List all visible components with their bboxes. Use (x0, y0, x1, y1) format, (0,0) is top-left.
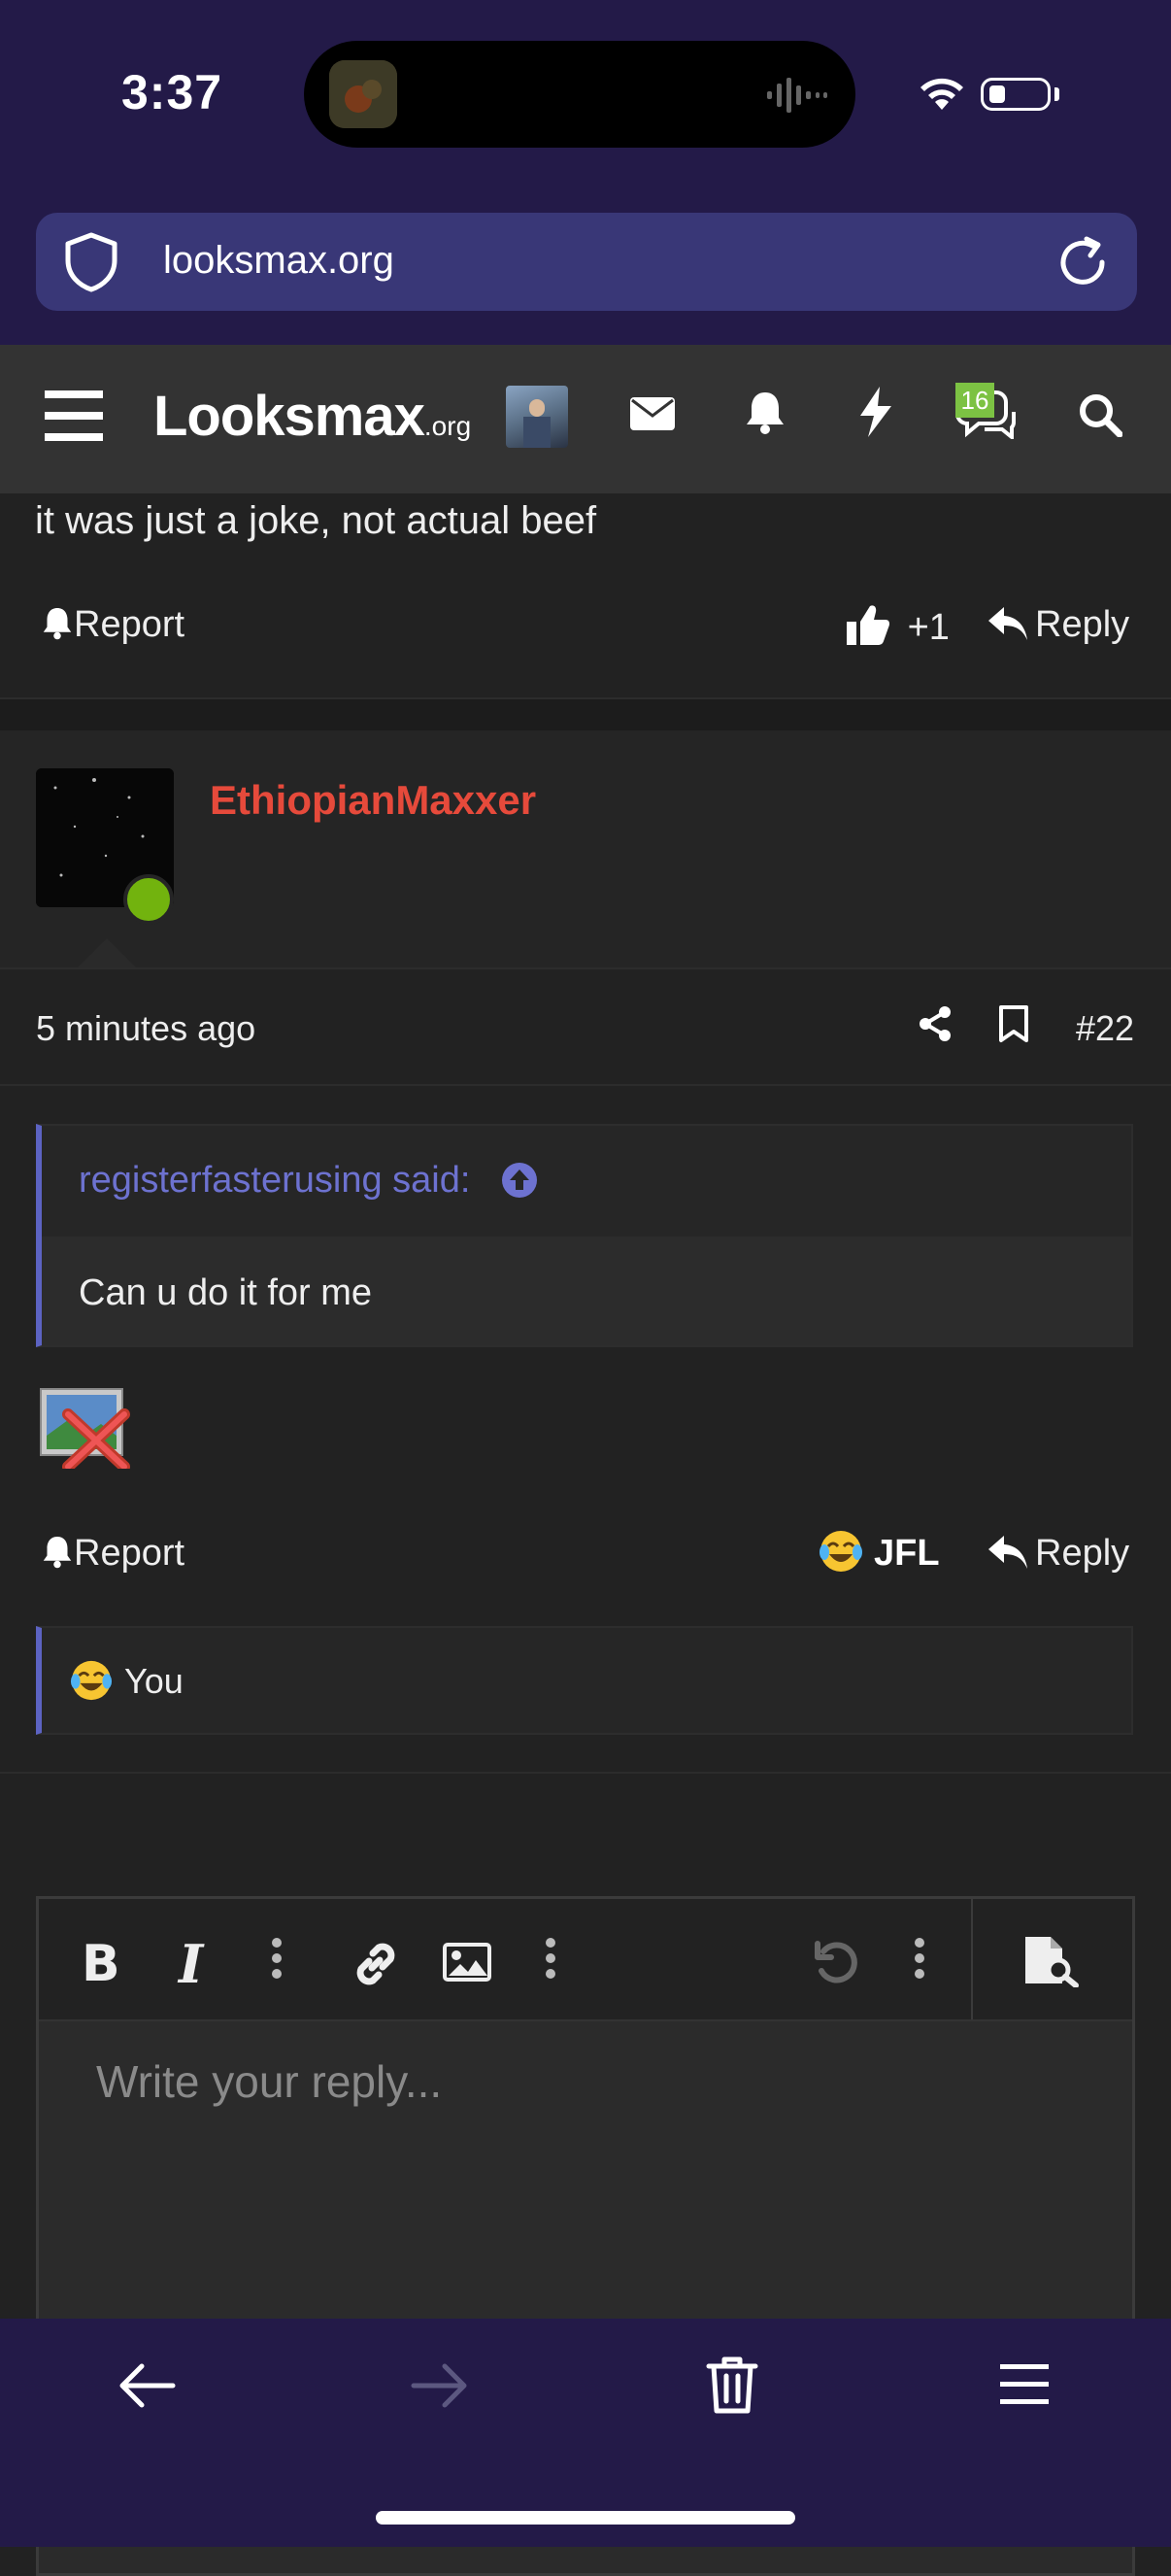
post-author-username[interactable]: EthiopianMaxxer (210, 777, 536, 824)
thumbs-up-icon (847, 605, 889, 645)
divider (0, 1084, 1171, 1086)
post-timestamp[interactable]: 5 minutes ago (36, 1008, 255, 1049)
bookmark-icon[interactable] (998, 1004, 1029, 1048)
user-avatar[interactable] (506, 386, 568, 448)
logo-main: Looksmax (153, 385, 425, 448)
battery-cap (1054, 87, 1059, 101)
crying-laughing-emoji-icon[interactable] (819, 1529, 863, 1578)
reactions-bar[interactable] (36, 1626, 1133, 1735)
reply-input-placeholder[interactable]: Write your reply... (96, 2055, 442, 2108)
reply-label: Reply (1035, 1533, 1130, 1574)
unread-badge: 16 (955, 383, 994, 418)
share-icon[interactable] (918, 1005, 953, 1047)
reply-button[interactable]: Reply (988, 604, 1129, 646)
italic-icon[interactable]: I (179, 1933, 203, 1995)
battery-icon (981, 78, 1051, 111)
report-button[interactable]: Report (41, 604, 184, 646)
post-message-text: it was just a joke, not actual beef (35, 499, 597, 542)
image-icon[interactable] (443, 1943, 491, 1986)
divider (0, 1772, 1171, 1774)
home-indicator[interactable] (376, 2511, 795, 2525)
like-count: +1 (907, 607, 950, 648)
site-logo[interactable]: Looksmax.org (153, 384, 471, 449)
search-icon[interactable] (1078, 392, 1123, 442)
reload-icon[interactable] (1054, 233, 1112, 296)
status-time: 3:37 (121, 65, 223, 119)
report-label: Report (74, 604, 185, 645)
online-status-indicator (123, 874, 174, 925)
bell-icon (43, 1537, 72, 1569)
url-text[interactable]: looksmax.org (163, 239, 394, 283)
divider (0, 967, 1171, 969)
post-number-link[interactable]: #22 (1076, 1008, 1134, 1049)
more-options-icon[interactable] (546, 1938, 555, 1984)
quote-author[interactable]: registerfasterusing said: (79, 1160, 470, 1202)
bell-icon (43, 608, 72, 640)
bold-icon[interactable]: B (82, 1935, 120, 1993)
link-icon[interactable] (350, 1938, 402, 1995)
broken-image-icon (39, 1387, 130, 1474)
avatar-pointer (78, 938, 136, 967)
report-label: Report (74, 1533, 185, 1574)
more-options-icon[interactable] (272, 1938, 282, 1984)
forward-arrow-icon[interactable] (408, 2358, 472, 2418)
trash-icon[interactable] (705, 2355, 759, 2420)
reaction-label[interactable]: JFL (874, 1533, 940, 1575)
audio-wave-icon (767, 78, 829, 118)
reply-button[interactable]: Reply (988, 1533, 1129, 1575)
now-playing-thumbnail (329, 60, 397, 128)
preview-icon[interactable] (1021, 1933, 1082, 1992)
logo-suffix: .org (423, 411, 472, 441)
post-user-header (0, 730, 1171, 967)
post-separator (0, 699, 1171, 730)
back-arrow-icon[interactable] (115, 2358, 179, 2418)
like-button[interactable]: +1 (847, 604, 950, 649)
crying-laughing-emoji-icon (70, 1659, 113, 1707)
reply-arrow-icon (988, 607, 1027, 640)
mail-icon[interactable] (629, 394, 676, 438)
jump-to-quote-icon[interactable] (501, 1162, 538, 1203)
reply-label: Reply (1035, 604, 1130, 645)
lightning-icon[interactable] (858, 387, 893, 442)
more-options-icon[interactable] (915, 1938, 924, 1984)
reply-arrow-icon (988, 1536, 1027, 1569)
quote-text: Can u do it for me (79, 1272, 373, 1313)
undo-icon[interactable] (812, 1938, 860, 1991)
wifi-icon (917, 73, 967, 117)
shield-icon[interactable] (62, 231, 120, 298)
tabs-menu-icon[interactable] (998, 2360, 1051, 2414)
report-button[interactable]: Report (41, 1533, 184, 1575)
hamburger-menu-icon[interactable] (45, 389, 105, 448)
reactions-summary[interactable]: You (124, 1661, 184, 1702)
bell-icon[interactable] (744, 389, 786, 440)
toolbar-separator (971, 1899, 973, 2019)
